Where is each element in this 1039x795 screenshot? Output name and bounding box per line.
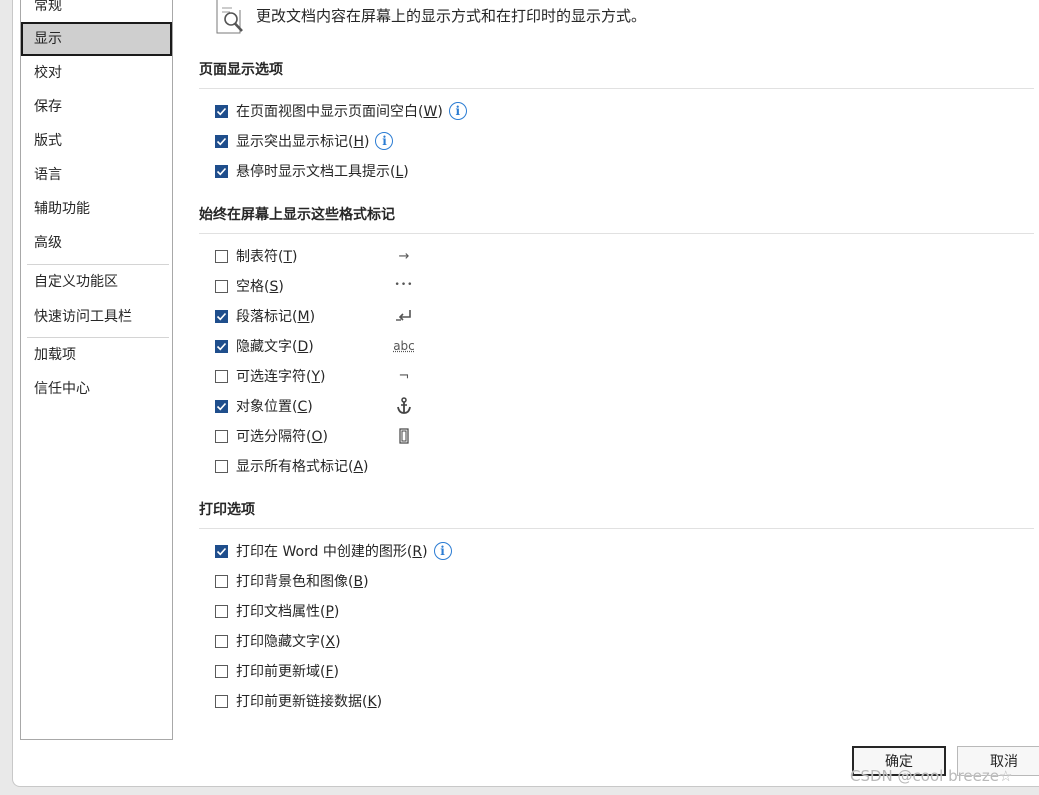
checkbox[interactable] bbox=[215, 134, 228, 148]
anchor-icon bbox=[393, 397, 415, 415]
option-tab-characters[interactable]: 制表符(T) bbox=[215, 246, 298, 266]
nav-item-advanced[interactable]: 高级 bbox=[21, 226, 172, 260]
tab-mark-icon: → bbox=[398, 248, 410, 264]
space-mark-icon: ••• bbox=[394, 280, 414, 290]
option-show-whitespace[interactable]: 在页面视图中显示页面间空白(W) i bbox=[215, 101, 467, 121]
nav-item-quick-access-toolbar[interactable]: 快速访问工具栏 bbox=[21, 300, 172, 334]
hyphen-mark-icon: ¬ bbox=[398, 368, 410, 384]
option-update-linked-data[interactable]: 打印前更新链接数据(K) bbox=[215, 691, 382, 711]
option-hidden-text[interactable]: 隐藏文字(D) bbox=[215, 336, 314, 356]
nav-item-customize-ribbon[interactable]: 自定义功能区 bbox=[21, 265, 172, 299]
info-icon[interactable]: i bbox=[375, 132, 394, 150]
section-title-page-display: 页面显示选项 bbox=[199, 62, 283, 78]
checkbox[interactable] bbox=[215, 429, 228, 443]
section-divider bbox=[199, 233, 1034, 234]
page-description: 更改文档内容在屏幕上的显示方式和在打印时的显示方式。 bbox=[256, 7, 647, 25]
nav-item-typography[interactable]: 版式 bbox=[21, 124, 172, 158]
optional-break-icon bbox=[393, 427, 415, 445]
checkbox[interactable] bbox=[215, 369, 228, 383]
option-object-anchors[interactable]: 对象位置(C) bbox=[215, 396, 313, 416]
checkbox[interactable] bbox=[215, 664, 228, 678]
hidden-text-mark-icon: abc bbox=[393, 339, 415, 353]
checkbox[interactable] bbox=[215, 694, 228, 708]
option-print-background[interactable]: 打印背景色和图像(B) bbox=[215, 571, 369, 591]
option-spaces[interactable]: 空格(S) bbox=[215, 276, 284, 296]
options-nav: 常规 显示 校对 保存 版式 语言 辅助功能 高级 自定义功能区 快速访问工具栏… bbox=[20, 0, 173, 740]
option-all-format-marks[interactable]: 显示所有格式标记(A) bbox=[215, 456, 369, 476]
checkbox[interactable] bbox=[215, 459, 228, 473]
option-optional-breaks[interactable]: 可选分隔符(O) bbox=[215, 426, 328, 446]
section-title-print: 打印选项 bbox=[199, 502, 255, 518]
paragraph-mark-icon bbox=[393, 307, 415, 325]
info-icon[interactable]: i bbox=[433, 542, 452, 560]
document-magnifier-icon bbox=[214, 0, 248, 36]
option-update-fields[interactable]: 打印前更新域(F) bbox=[215, 661, 339, 681]
nav-item-save[interactable]: 保存 bbox=[21, 90, 172, 124]
nav-item-language[interactable]: 语言 bbox=[21, 158, 172, 192]
nav-item-trust-center[interactable]: 信任中心 bbox=[21, 372, 172, 406]
option-print-hidden-text[interactable]: 打印隐藏文字(X) bbox=[215, 631, 341, 651]
nav-item-add-ins[interactable]: 加载项 bbox=[21, 338, 172, 372]
checkbox[interactable] bbox=[215, 604, 228, 618]
section-divider bbox=[199, 528, 1034, 529]
nav-item-display[interactable]: 显示 bbox=[21, 22, 172, 56]
option-print-properties[interactable]: 打印文档属性(P) bbox=[215, 601, 339, 621]
checkbox[interactable] bbox=[215, 164, 228, 178]
nav-item-accessibility[interactable]: 辅助功能 bbox=[21, 192, 172, 226]
section-divider bbox=[199, 88, 1034, 89]
checkbox[interactable] bbox=[215, 249, 228, 263]
option-paragraph-marks[interactable]: 段落标记(M) bbox=[215, 306, 315, 326]
checkbox[interactable] bbox=[215, 309, 228, 323]
option-show-highlighter[interactable]: 显示突出显示标记(H) i bbox=[215, 131, 394, 151]
option-optional-hyphens[interactable]: 可选连字符(Y) bbox=[215, 366, 326, 386]
option-show-tooltips[interactable]: 悬停时显示文档工具提示(L) bbox=[215, 161, 409, 181]
nav-item-proofing[interactable]: 校对 bbox=[21, 56, 172, 90]
nav-item-general[interactable]: 常规 bbox=[21, 0, 172, 23]
info-icon[interactable]: i bbox=[448, 102, 467, 120]
checkbox[interactable] bbox=[215, 634, 228, 648]
watermark: CSDN @cool breeze☆ bbox=[850, 767, 1013, 785]
option-print-drawings[interactable]: 打印在 Word 中创建的图形(R) i bbox=[215, 541, 452, 561]
checkbox[interactable] bbox=[215, 399, 228, 413]
checkbox[interactable] bbox=[215, 544, 228, 558]
checkbox[interactable] bbox=[215, 574, 228, 588]
checkbox[interactable] bbox=[215, 339, 228, 353]
checkbox[interactable] bbox=[215, 279, 228, 293]
section-title-format-marks: 始终在屏幕上显示这些格式标记 bbox=[199, 207, 395, 223]
checkbox[interactable] bbox=[215, 104, 228, 118]
